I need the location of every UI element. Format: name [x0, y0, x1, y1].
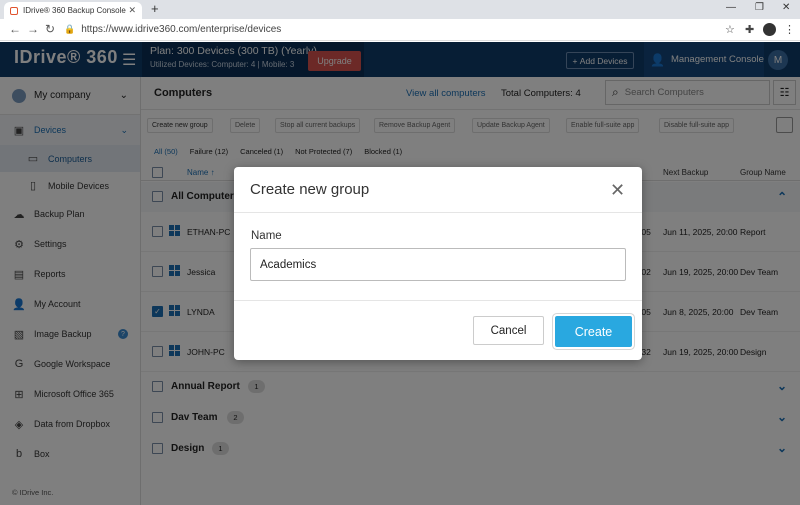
profile-avatar[interactable] — [763, 23, 776, 36]
reload-icon[interactable]: ↻ — [45, 22, 55, 36]
close-tab-icon[interactable]: ✕ — [128, 5, 136, 16]
create-group-dialog: Create new group ✕ Name Cancel Create — [234, 167, 642, 360]
idrive-favicon-icon — [10, 6, 18, 15]
dialog-divider — [234, 300, 642, 301]
cancel-button[interactable]: Cancel — [473, 316, 544, 345]
name-label: Name — [251, 230, 282, 242]
close-window-icon[interactable]: ✕ — [782, 2, 790, 13]
forward-icon[interactable]: → — [27, 22, 39, 36]
close-icon[interactable]: ✕ — [610, 180, 625, 201]
maximize-icon[interactable]: ❐ — [755, 2, 764, 13]
menu-icon[interactable]: ⋮ — [784, 23, 795, 36]
tab-title: IDrive® 360 Backup Console for — [23, 6, 129, 15]
minimize-icon[interactable]: — — [726, 2, 736, 13]
star-icon[interactable]: ☆ — [725, 23, 735, 36]
browser-tab[interactable]: IDrive® 360 Backup Console for ✕ — [4, 2, 142, 19]
address-bar-row: ← → ↻ 🔒 https://www.idrive360.com/enterpr… — [0, 19, 800, 41]
extensions-icon[interactable]: ✚ — [745, 23, 754, 36]
back-icon[interactable]: ← — [9, 22, 21, 36]
group-name-input[interactable] — [250, 248, 626, 281]
lock-icon: 🔒 — [64, 24, 76, 34]
create-button[interactable]: Create — [553, 314, 634, 349]
dialog-title: Create new group — [234, 167, 642, 213]
browser-tab-strip: IDrive® 360 Backup Console for ✕ + — ❐ ✕ — [0, 0, 800, 19]
new-tab-icon[interactable]: + — [151, 1, 159, 16]
url-text: https://www.idrive360.com/enterprise/dev… — [81, 24, 282, 35]
url-field[interactable]: 🔒 https://www.idrive360.com/enterprise/de… — [64, 21, 714, 38]
